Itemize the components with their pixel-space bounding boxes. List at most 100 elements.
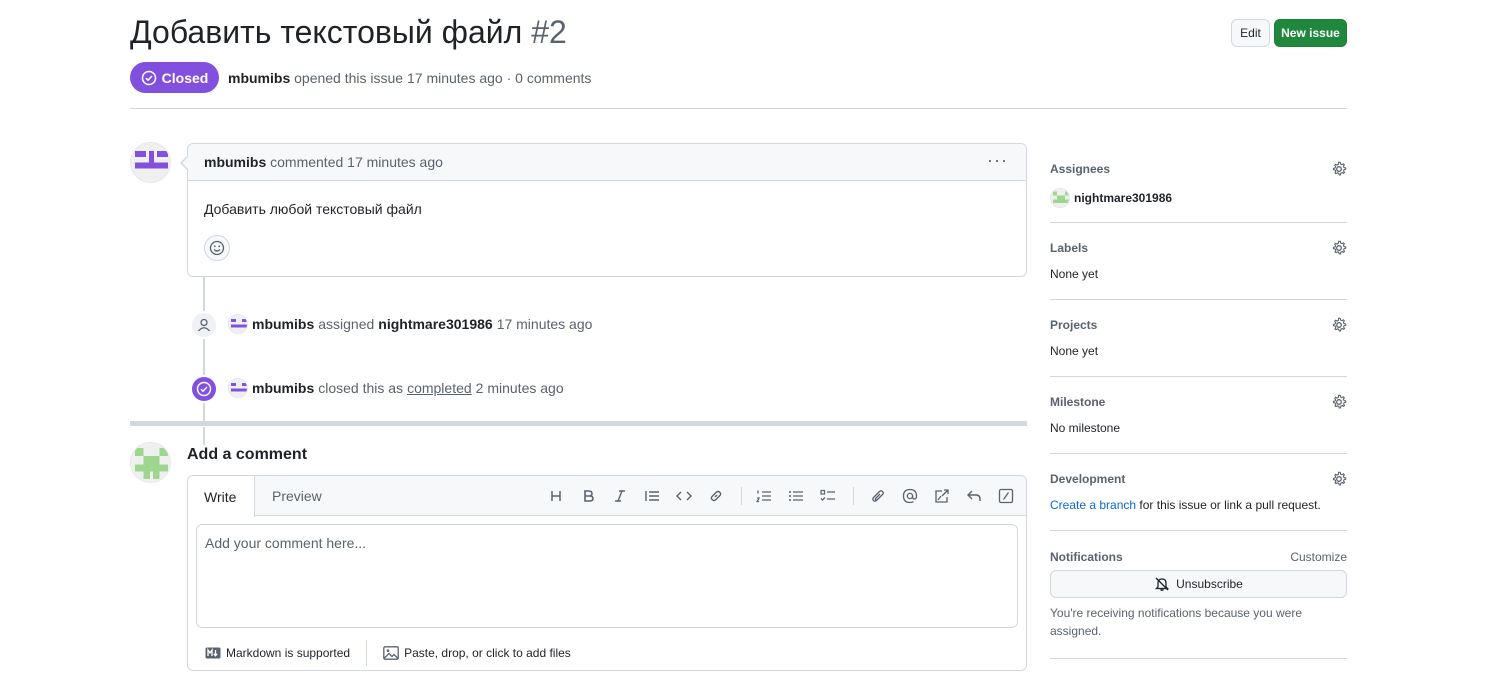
comment-time[interactable]: 17 minutes ago <box>347 154 443 170</box>
bell-slash-icon <box>1155 577 1170 591</box>
tab-write[interactable]: Write <box>188 476 255 517</box>
close-time[interactable]: 2 minutes ago <box>476 380 564 396</box>
sidebar-development: Development Create a branch for this iss… <box>1050 454 1347 531</box>
reply-icon[interactable] <box>964 486 984 506</box>
ordered-list-icon[interactable] <box>754 486 774 506</box>
author-avatar[interactable] <box>130 142 171 183</box>
customize-link[interactable]: Customize <box>1290 550 1347 564</box>
person-icon <box>198 318 210 332</box>
close-verb: closed this as <box>318 380 404 396</box>
markdown-icon <box>205 647 221 659</box>
current-user-avatar[interactable] <box>130 442 171 483</box>
identicon-icon <box>131 143 170 182</box>
comment-editor: Write Preview Add your comment here... M… <box>187 475 1027 671</box>
gear-icon[interactable] <box>1331 471 1347 487</box>
comment-action: commented <box>270 154 344 170</box>
gear-icon[interactable] <box>1331 240 1347 256</box>
attach-files-button[interactable]: Paste, drop, or click to add files <box>383 646 571 660</box>
attach-note: Paste, drop, or click to add files <box>404 646 571 660</box>
edit-button[interactable]: Edit <box>1231 19 1270 47</box>
gear-icon[interactable] <box>1331 317 1347 333</box>
heading-icon[interactable] <box>546 486 566 506</box>
assignee-avatar <box>1050 188 1070 208</box>
notifications-note: You're receiving notifications because y… <box>1050 606 1302 638</box>
check-circle-icon <box>141 70 156 85</box>
comment-body: Добавить любой текстовый файл <box>204 201 422 217</box>
close-event: mbumibs closed this as completed 2 minut… <box>228 378 564 398</box>
editor-footer: Markdown is supported Paste, drop, or cl… <box>188 636 1026 670</box>
issue-meta: mbumibs opened this issue 17 minutes ago… <box>228 70 591 86</box>
close-actor[interactable]: mbumibs <box>252 380 314 396</box>
toolbar-divider <box>853 487 854 505</box>
mention-icon[interactable] <box>900 486 920 506</box>
slash-command-icon[interactable] <box>996 486 1016 506</box>
projects-value: None yet <box>1050 344 1099 358</box>
close-reason-link[interactable]: completed <box>407 380 472 396</box>
tab-preview[interactable]: Preview <box>256 476 338 516</box>
code-icon[interactable] <box>674 486 694 506</box>
status-label: Closed <box>161 69 209 86</box>
footer-divider <box>366 640 368 666</box>
sidebar-heading: Assignees <box>1050 162 1111 176</box>
timeline-divider <box>130 421 1027 426</box>
sidebar-heading: Milestone <box>1050 395 1106 409</box>
sidebar-milestone: Milestone No milestone <box>1050 377 1347 454</box>
milestone-value: No milestone <box>1050 421 1121 435</box>
markdown-note: Markdown is supported <box>226 646 351 660</box>
timeline-line-tail <box>203 427 205 445</box>
italic-icon[interactable] <box>610 486 630 506</box>
issue-number: #2 <box>531 14 567 50</box>
header-divider <box>130 108 1347 109</box>
close-event-badge <box>190 375 218 403</box>
labels-value: None yet <box>1050 267 1099 281</box>
attach-icon[interactable] <box>868 486 888 506</box>
gear-icon[interactable] <box>1331 394 1347 410</box>
unordered-list-icon[interactable] <box>786 486 806 506</box>
development-rest: for this issue or link a pull request. <box>1136 498 1321 512</box>
bold-icon[interactable] <box>578 486 598 506</box>
assign-time[interactable]: 17 minutes ago <box>497 316 593 332</box>
comment-textarea[interactable] <box>196 524 1018 628</box>
sidebar-labels: Labels None yet <box>1050 223 1347 300</box>
kebab-menu-icon[interactable]: ··· <box>987 151 1008 169</box>
issue-title-text: Добавить текстовый файл <box>130 14 523 50</box>
comment-box: mbumibs commented 17 minutes ago ··· Доб… <box>187 143 1027 277</box>
markdown-support-link[interactable]: Markdown is supported <box>205 646 350 660</box>
add-reaction-button[interactable] <box>204 235 230 261</box>
link-icon[interactable] <box>706 486 726 506</box>
sidebar-heading: Projects <box>1050 318 1098 332</box>
assign-verb: assigned <box>318 316 375 332</box>
sidebar-notifications: Notifications Customize Unsubscribe You'… <box>1050 531 1347 659</box>
new-issue-button[interactable]: New issue <box>1274 19 1347 47</box>
create-branch-link[interactable]: Create a branch <box>1050 498 1136 512</box>
assign-actor[interactable]: mbumibs <box>252 316 314 332</box>
assign-event: mbumibs assigned nightmare301986 17 minu… <box>228 314 592 334</box>
issue-author-link[interactable]: mbumibs <box>228 70 290 86</box>
editor-tabs: Write Preview <box>188 476 1026 517</box>
quote-icon[interactable] <box>642 486 662 506</box>
issue-sidebar: Assignees nightmare301986 Labels None ye… <box>1050 145 1347 659</box>
toolbar-divider <box>741 487 742 505</box>
gear-icon[interactable] <box>1331 161 1347 177</box>
unsubscribe-button[interactable]: Unsubscribe <box>1050 570 1347 598</box>
issue-title: Добавить текстовый файл #2 <box>130 14 567 51</box>
sidebar-projects: Projects None yet <box>1050 300 1347 377</box>
sidebar-assignees: Assignees nightmare301986 <box>1050 145 1347 223</box>
comment-arrow-inner <box>182 156 189 170</box>
assign-target[interactable]: nightmare301986 <box>378 316 492 332</box>
unsubscribe-label: Unsubscribe <box>1176 577 1243 591</box>
comment-author[interactable]: mbumibs <box>204 154 266 170</box>
image-icon <box>383 646 399 660</box>
development-text: Create a branch for this issue or link a… <box>1050 498 1347 512</box>
task-list-icon[interactable] <box>818 486 838 506</box>
smiley-icon <box>209 240 225 256</box>
sidebar-heading: Development <box>1050 472 1126 486</box>
cross-reference-icon[interactable] <box>932 486 952 506</box>
assign-event-badge <box>190 311 218 339</box>
actor-avatar[interactable] <box>228 378 248 398</box>
assignee-item[interactable]: nightmare301986 <box>1050 188 1347 208</box>
comment-header: mbumibs commented 17 minutes ago ··· <box>188 144 1026 181</box>
actor-avatar[interactable] <box>228 314 248 334</box>
issue-meta-text: opened this issue 17 minutes ago · 0 com… <box>294 70 592 86</box>
identicon-icon <box>131 443 170 482</box>
